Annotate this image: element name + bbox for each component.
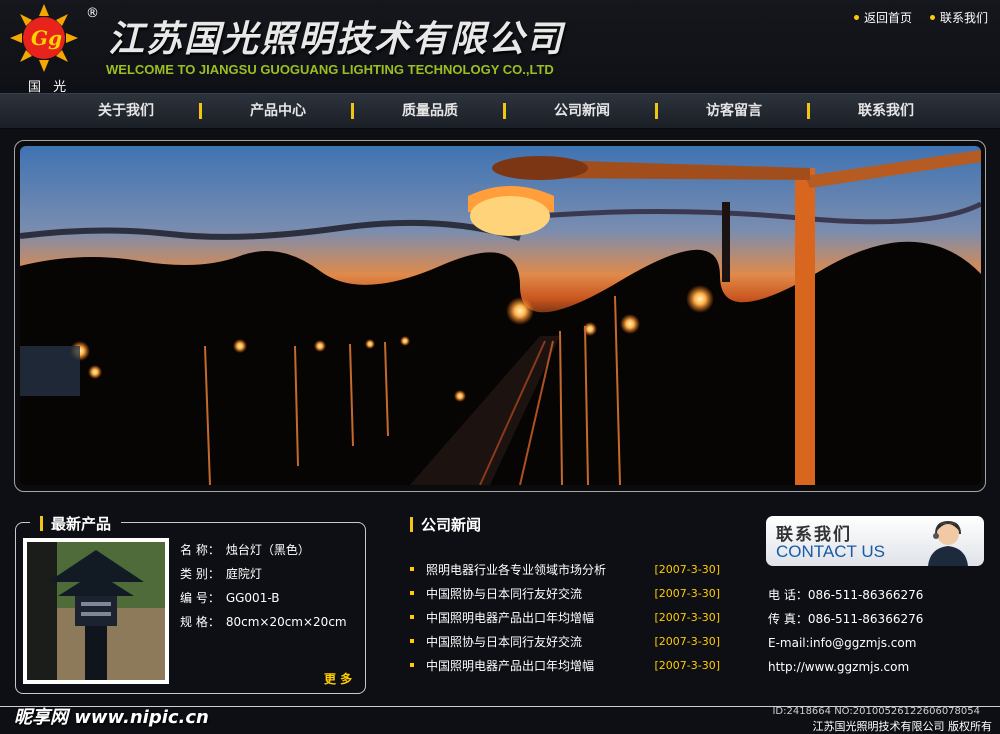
news-link[interactable]: 中国照协与日本同行友好交流 — [426, 633, 654, 650]
product-code-label: 编 号： — [180, 591, 220, 605]
news-title: 公司新闻 — [410, 514, 481, 535]
news-date: [2007-3-30] — [654, 634, 720, 648]
news-date: [2007-3-30] — [654, 562, 720, 576]
bullet-icon — [410, 639, 414, 643]
product-details: 名 称： 烛台灯（黑色） 类 别： 庭院灯 编 号： GG001-B 规 格： 80cm… — [180, 538, 347, 634]
product-category-value: 庭院灯 — [225, 567, 262, 581]
dot-icon — [929, 15, 935, 20]
news-link[interactable]: 中国照明电器产品出口年均增幅 — [426, 609, 654, 626]
dot-icon — [853, 15, 859, 20]
nav-item-label: 关于我们 — [98, 103, 154, 119]
latest-products-title: 最新产品 — [30, 513, 122, 534]
news-date: [2007-3-30] — [654, 658, 720, 672]
news-title-text: 公司新闻 — [421, 516, 482, 534]
company-slogan-en: WELCOME TO JIANGSU GUOGUANG LIGHTING TEC… — [106, 62, 554, 77]
news-list: 照明电器行业各专业领域市场分析 [2007-3-30] 中国照协与日本同行友好交流… — [410, 557, 720, 677]
company-name-cn: 江苏国光照明技术有限公司 — [108, 18, 565, 60]
title-bar-icon — [410, 517, 413, 532]
nav-item-guestbook[interactable]: 访客留言 — [658, 94, 810, 128]
product-name-value: 烛台灯（黑色） — [225, 543, 310, 557]
fax-text: 传 真：086-511-86366276 — [768, 612, 924, 626]
customer-service-icon — [928, 520, 968, 566]
product-image[interactable] — [23, 538, 169, 684]
list-item: 中国照明电器产品出口年均增幅 [2007-3-30] — [410, 605, 720, 629]
contact-link-label: 联系我们 — [939, 11, 988, 25]
list-item: 中国照协与日本同行友好交流 [2007-3-30] — [410, 581, 720, 605]
product-spec-value: 80cm×20cm×20cm — [225, 615, 347, 629]
site-header: Gg 国 光 ® 江苏国光照明技术有限公司 WELCOME TO JIANGSU… — [0, 0, 1000, 95]
nav-item-label: 产品中心 — [250, 103, 306, 119]
product-name-label: 名 称： — [180, 543, 220, 557]
product-category-label: 类 别： — [180, 567, 220, 581]
nav-item-label: 联系我们 — [858, 103, 914, 119]
main-nav: 关于我们 产品中心 质量品质 公司新闻 访客留言 联系我们 — [0, 93, 1000, 129]
contact-link[interactable]: 联系我们 — [929, 9, 988, 26]
watermark-text: 昵享网 www.nipic.cn — [14, 707, 209, 728]
contact-details: 电 话：086-511-86366276 传 真：086-511-8636627… — [768, 583, 923, 679]
home-link-label: 返回首页 — [863, 11, 912, 25]
contact-us-banner[interactable]: 联系我们 CONTACT US — [766, 516, 984, 566]
garden-lamp-icon — [27, 542, 165, 680]
email-link[interactable]: E-mail:info@ggzmjs.com — [768, 631, 923, 655]
news-date: [2007-3-30] — [654, 586, 720, 600]
list-item: 中国照协与日本同行友好交流 [2007-3-30] — [410, 629, 720, 653]
nav-item-label: 质量品质 — [402, 103, 458, 119]
nav-item-about[interactable]: 关于我们 — [50, 94, 202, 128]
list-item: 中国照明电器产品出口年均增幅 [2007-3-30] — [410, 653, 720, 677]
home-link[interactable]: 返回首页 — [853, 9, 912, 26]
top-links: 返回首页 联系我们 — [853, 9, 988, 26]
product-spec-row: 规 格： 80cm×20cm×20cm — [180, 610, 347, 634]
news-link[interactable]: 照明电器行业各专业领域市场分析 — [426, 561, 654, 578]
bullet-icon — [410, 567, 414, 571]
svg-text:Gg: Gg — [31, 26, 62, 50]
street-lights-banner-image — [20, 146, 981, 485]
nav-item-news[interactable]: 公司新闻 — [506, 94, 658, 128]
list-item: 照明电器行业各专业领域市场分析 [2007-3-30] — [410, 557, 720, 581]
product-spec-label: 规 格： — [180, 615, 220, 629]
news-date: [2007-3-30] — [654, 610, 720, 624]
news-link[interactable]: 中国照协与日本同行友好交流 — [426, 585, 654, 602]
more-products-link[interactable]: 更 多 — [324, 670, 352, 687]
registered-mark: ® — [86, 6, 99, 21]
bullet-icon — [410, 591, 414, 595]
nav-item-label: 公司新闻 — [554, 103, 610, 119]
product-code-row: 编 号： GG001-B — [180, 586, 347, 610]
news-link[interactable]: 中国照明电器产品出口年均增幅 — [426, 657, 654, 674]
nav-item-quality[interactable]: 质量品质 — [354, 94, 506, 128]
contact-banner-en: CONTACT US — [776, 542, 885, 561]
image-id-text: ID:2418664 NO:20100526122606078054 — [772, 706, 980, 717]
nav-item-products[interactable]: 产品中心 — [202, 94, 354, 128]
bullet-icon — [410, 663, 414, 667]
nav-item-label: 访客留言 — [706, 103, 762, 119]
product-name-row: 名 称： 烛台灯（黑色） — [180, 538, 347, 562]
phone-text: 电 话：086-511-86366276 — [768, 588, 924, 602]
latest-products-title-text: 最新产品 — [51, 515, 112, 533]
product-category-row: 类 别： 庭院灯 — [180, 562, 347, 586]
product-code-value: GG001-B — [225, 591, 280, 605]
title-bar-icon — [40, 516, 43, 531]
bullet-icon — [410, 615, 414, 619]
website-link[interactable]: http://www.ggzmjs.com — [768, 655, 923, 679]
nav-item-contact[interactable]: 联系我们 — [810, 94, 962, 128]
